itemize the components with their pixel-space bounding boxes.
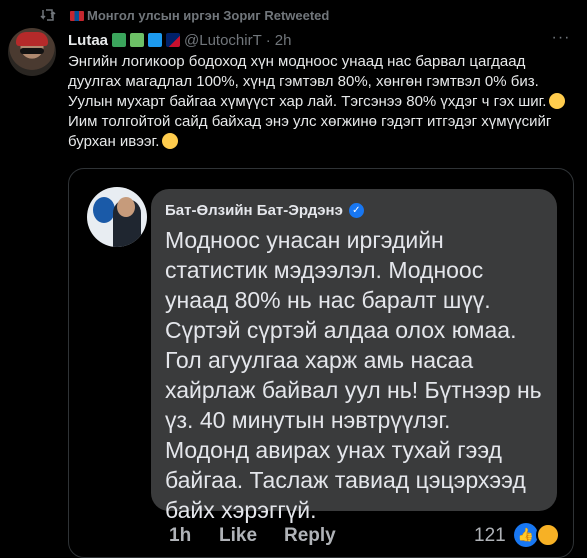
emblem-icon (93, 197, 115, 223)
bars-icon (148, 33, 163, 47)
tweet-text: Энгийн логикоор бодоход хүн модноос унаа… (68, 52, 573, 152)
tweet-header: Lutaa @LutochirT · 2h (68, 30, 291, 50)
tweet-line: Иим толгойтой сайд байхад энэ улс хөгжин… (68, 113, 552, 130)
verified-icon: ✓ (348, 202, 364, 218)
quote-author-name: Бат-Өлзийн Бат-Эрдэнэ (165, 201, 343, 219)
haha-reaction-icon (536, 523, 560, 547)
retweet-bar: Монгол улсын иргэн Зориг Retweeted (0, 0, 587, 30)
reaction-count: 121 (474, 525, 506, 546)
retweeted-label: Retweeted (260, 8, 330, 23)
quote-line: унаад 80% нь нас баралт шүү. (165, 287, 491, 313)
separator-dot: · (265, 31, 271, 49)
like-reaction-icon: 👍 (514, 523, 538, 547)
retweeter-name: Монгол улсын иргэн Зориг (87, 8, 261, 23)
smiling-emoji-icon (162, 133, 179, 149)
quote-line: Сүртэй сүртэй алдаа олох юмаа. (165, 317, 517, 343)
comment-bubble: Бат-Өлзийн Бат-Эрдэнэ ✓ Модноос унасан и… (151, 189, 557, 523)
quoted-image[interactable]: Бат-Өлзийн Бат-Эрдэнэ ✓ Модноос унасан и… (68, 168, 574, 558)
avatar[interactable] (8, 28, 56, 76)
avatar-glasses (20, 48, 44, 54)
checkmark-icon (130, 33, 145, 47)
retweeted-by[interactable]: Монгол улсын иргэн Зориг Retweeted (70, 8, 329, 23)
tweet-line-text: Уулын мухарт байгаа хүмүүст хар лай. Тэг… (68, 93, 547, 110)
tweet-line: дуулгах магадлал 100%, хүнд гэмтэвл 80%,… (68, 73, 539, 90)
quote-line: Модноос унасан иргэдийн (165, 227, 444, 253)
rofl-emoji-icon (549, 93, 566, 109)
quote-line: Модонд авирах унах тухай гээд (165, 437, 502, 463)
comment-footer: 1h Like Reply 121 👍 (69, 521, 573, 551)
tweet-line: бурхан ивээг. (68, 132, 573, 152)
battery-icon (112, 33, 127, 47)
quote-name-row: Бат-Өлзийн Бат-Эрдэнэ ✓ (165, 199, 543, 221)
more-options-icon[interactable]: ··· (548, 30, 574, 50)
tweet-time[interactable]: 2h (275, 32, 292, 49)
comment-reply-label: Reply (284, 525, 336, 546)
quote-avatar (87, 187, 147, 247)
mongolia-flag-icon (70, 11, 84, 21)
quote-line: байгаа. Таслаж тавиад цэцэрхээд (165, 467, 526, 493)
tweet-line: Уулын мухарт байгаа хүмүүст хар лай. Тэг… (68, 92, 573, 112)
author-handle[interactable]: @LutochirT (184, 32, 262, 49)
quote-line: хайрлаж байвал уул нь! Бүтнээр нь (165, 377, 542, 403)
author-name[interactable]: Lutaa (68, 32, 108, 49)
face-shape (117, 197, 135, 217)
quote-text: Модноос унасан иргэдийн статистик мэдээл… (165, 225, 543, 525)
comment-time: 1h (169, 525, 192, 546)
quote-line: Гол агуулгаа харж амь насаа (165, 347, 474, 373)
quote-line: үз. 40 минутын нэвтрүүлэг. (165, 407, 451, 433)
tweet-line-text: бурхан ивээг. (68, 133, 160, 150)
avatar-hat (16, 32, 48, 46)
comment-like-label: Like (219, 525, 258, 546)
retweet-icon (40, 8, 56, 22)
tweet-line: Энгийн логикоор бодоход хүн модноос унаа… (68, 53, 526, 70)
quote-line: статистик мэдээлэл. Модноос (165, 257, 484, 283)
australia-flag-icon (166, 33, 181, 47)
